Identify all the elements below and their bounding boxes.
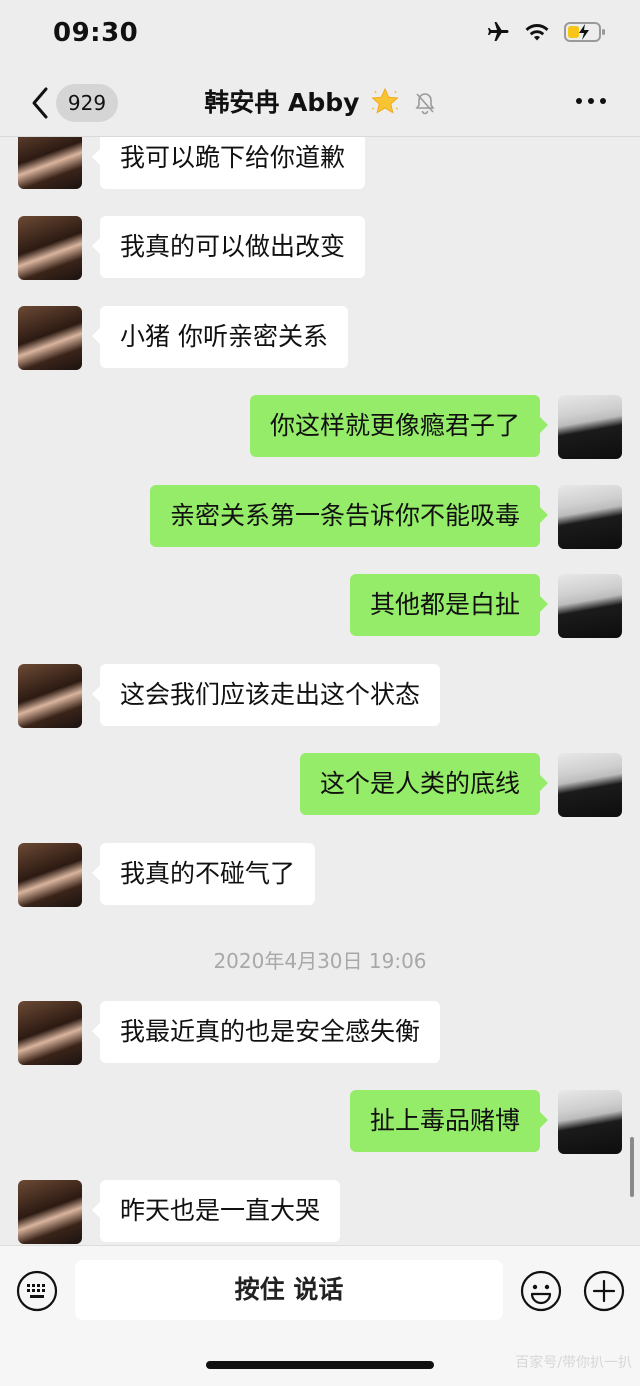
message-bubble[interactable]: 昨天也是一直大哭 (91, 1180, 341, 1242)
scroll-indicator[interactable] (630, 1137, 634, 1197)
chat-title: 韩安冉 Abby (204, 88, 360, 117)
muted-bell-icon (415, 93, 435, 115)
emoji-icon[interactable] (520, 1270, 562, 1312)
outgoing-message: 亲密关系第一条告诉你不能吸毒 (0, 485, 640, 549)
battery-charging-icon (564, 22, 605, 42)
my-avatar[interactable] (558, 574, 622, 638)
chat-header: 929 韩安冉 Abby (0, 70, 640, 137)
message-bubble[interactable]: 其他都是白扯 (349, 574, 549, 636)
wifi-icon (525, 24, 549, 41)
contact-avatar[interactable] (18, 306, 82, 370)
plus-icon[interactable] (583, 1270, 625, 1312)
message-bubble[interactable]: 这个是人类的底线 (299, 753, 549, 815)
incoming-message: 我最近真的也是安全感失衡 (0, 1001, 640, 1065)
outgoing-message: 其他都是白扯 (0, 574, 640, 638)
message-bubble[interactable]: 这会我们应该走出这个状态 (91, 664, 441, 726)
outgoing-message: 这个是人类的底线 (0, 753, 640, 817)
incoming-message: 小猪 你听亲密关系 (0, 306, 640, 370)
status-time: 09:30 (53, 18, 139, 48)
message-bubble[interactable]: 我最近真的也是安全感失衡 (91, 1001, 441, 1063)
outgoing-message: 你这样就更像瘾君子了 (0, 395, 640, 459)
outgoing-message: 扯上毒品赌博 (0, 1090, 640, 1154)
my-avatar[interactable] (558, 485, 622, 549)
more-options-icon[interactable] (576, 98, 606, 104)
incoming-message: 我可以跪下给你道歉 (0, 137, 640, 201)
my-avatar[interactable] (558, 1090, 622, 1154)
contact-avatar[interactable] (18, 137, 82, 189)
message-bubble[interactable]: 亲密关系第一条告诉你不能吸毒 (149, 485, 549, 547)
contact-avatar[interactable] (18, 664, 82, 728)
contact-avatar[interactable] (18, 1180, 82, 1244)
hold-to-talk-button[interactable]: 按住 说话 (75, 1260, 503, 1320)
incoming-message: 这会我们应该走出这个状态 (0, 664, 640, 728)
home-indicator[interactable] (206, 1361, 434, 1369)
status-icons (486, 20, 606, 44)
contact-avatar[interactable] (18, 216, 82, 280)
my-avatar[interactable] (558, 753, 622, 817)
incoming-message: 昨天也是一直大哭 (0, 1180, 640, 1244)
airplane-icon (488, 22, 509, 41)
contact-avatar[interactable] (18, 1001, 82, 1065)
status-bar: 09:30 (0, 0, 640, 70)
my-avatar[interactable] (558, 395, 622, 459)
message-list[interactable]: 我可以跪下给你道歉我真的可以做出改变 小猪 你听亲密关系你这样就更像瘾君子了亲密关… (0, 137, 640, 1245)
chat-title-group: 韩安冉 Abby (0, 84, 640, 122)
watermark: 百家号/带你扒一扒 (515, 1355, 632, 1371)
incoming-message: 我真的可以做出改变 (0, 216, 640, 280)
keyboard-icon[interactable] (16, 1270, 58, 1312)
star-icon (370, 87, 399, 114)
message-bubble[interactable]: 你这样就更像瘾君子了 (249, 395, 549, 457)
incoming-message: 我真的不碰气了 (0, 843, 640, 907)
message-bubble[interactable]: 扯上毒品赌博 (349, 1090, 549, 1152)
message-bubble[interactable]: 我真的可以做出改变 (91, 216, 366, 278)
contact-avatar[interactable] (18, 843, 82, 907)
message-timestamp: 2020年4月30日 19:06 (213, 949, 427, 973)
message-bubble[interactable]: 我真的不碰气了 (91, 843, 316, 905)
message-bubble[interactable]: 我可以跪下给你道歉 (91, 137, 366, 189)
message-bubble[interactable]: 小猪 你听亲密关系 (92, 306, 348, 368)
